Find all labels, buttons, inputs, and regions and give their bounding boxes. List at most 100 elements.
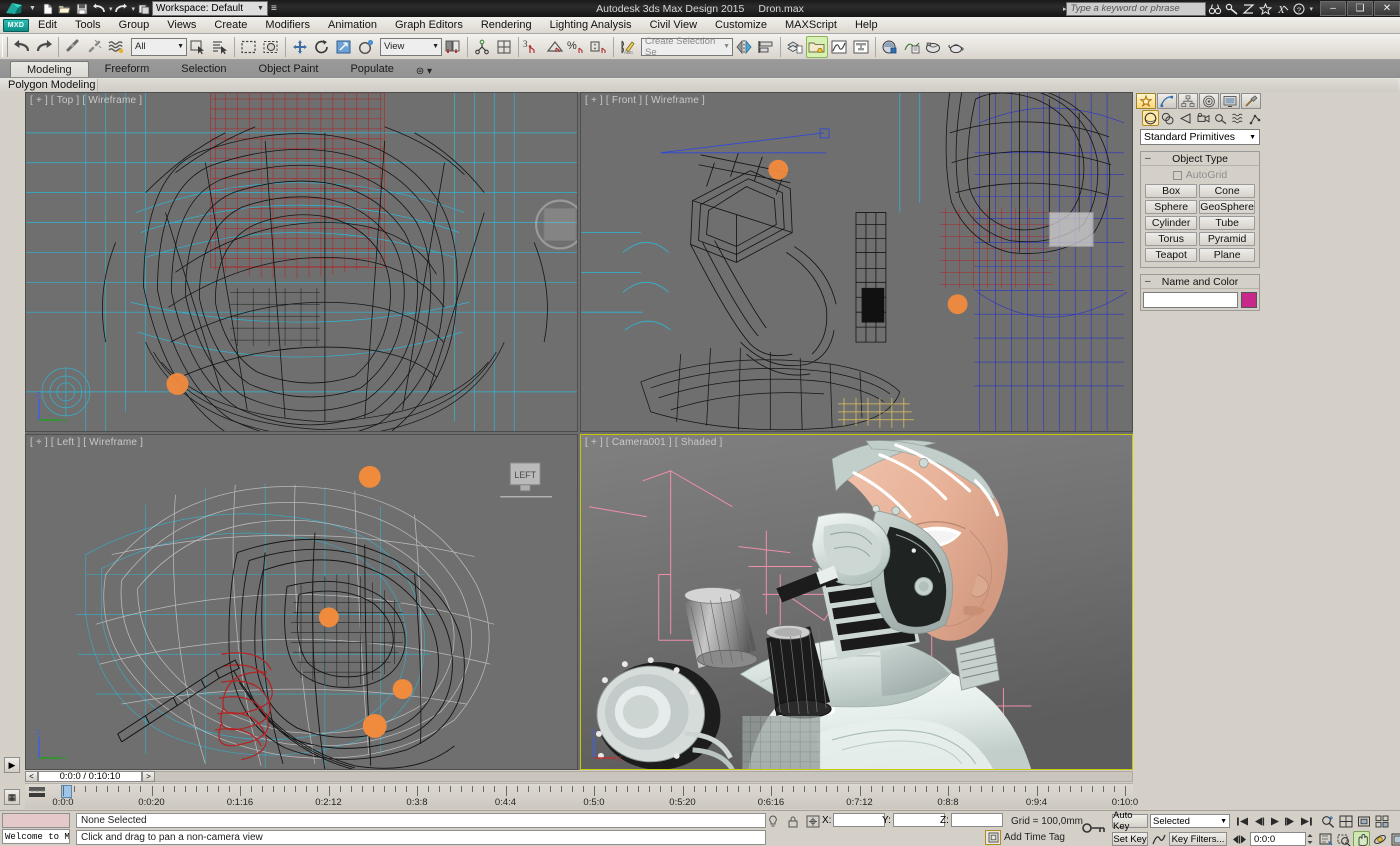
zoom-extents-all-button[interactable] [1373,813,1390,829]
zoom-region-button[interactable] [1317,831,1334,846]
redo-dropdown-icon[interactable]: ▾ [131,5,135,13]
current-time-field[interactable]: 0:0:0 [1250,832,1306,846]
scene-explorer-icon[interactable] [806,36,828,58]
create-tab[interactable] [1136,93,1156,109]
minimize-button[interactable]: – [1320,1,1346,16]
link-icon[interactable] [62,36,84,58]
shapes-button[interactable] [1160,110,1177,126]
named-selection-set-combo[interactable]: Create Selection Se ▼ [641,38,733,56]
menu-item-edit[interactable]: Edit [29,17,66,34]
search-input[interactable]: Type a keyword or phrase [1066,2,1206,16]
absolute-relative-transform-icon[interactable] [806,814,820,828]
menu-item-graph-editors[interactable]: Graph Editors [386,17,472,34]
3dsmax-logo-icon[interactable] [2,1,28,16]
track-bar-ruler[interactable]: 0:0:00:0:200:1:160:2:120:3:80:4:40:5:00:… [25,783,1133,809]
mirror-tool-icon[interactable] [733,36,755,58]
align-tool-icon[interactable] [755,36,777,58]
open-folder-icon[interactable] [57,1,73,16]
search-binoculars-icon[interactable] [1206,1,1223,16]
previous-frame-arrow[interactable]: < [25,771,38,782]
viewport-top[interactable]: [ + ] [ Top ] [ Wireframe ] Z Y [25,92,578,432]
geosphere-button[interactable]: GeoSphere [1199,200,1255,214]
menu-item-lighting-analysis[interactable]: Lighting Analysis [541,17,641,34]
box-button[interactable]: Box [1145,184,1197,198]
undo-arrow-icon[interactable] [91,1,107,16]
zoom-all-button[interactable] [1337,813,1354,829]
key-toggle-icon[interactable] [1082,821,1106,838]
set-key-button[interactable]: Set Key [1112,832,1148,846]
ribbon-tab-freeform[interactable]: Freeform [89,61,166,77]
sphere-button[interactable]: Sphere [1145,200,1197,214]
menu-item-tools[interactable]: Tools [66,17,110,34]
autogrid-row[interactable]: AutoGrid [1145,169,1255,181]
select-by-name-icon[interactable] [209,36,231,58]
project-folder-icon[interactable] [136,1,152,16]
new-file-icon[interactable] [40,1,56,16]
time-slider-readout[interactable]: 0:0:0 / 0:10:10 [38,771,142,782]
move-icon[interactable] [289,36,311,58]
logo-chevron-down-icon[interactable]: ▼ [29,5,36,12]
maxscript-mini-listener-output[interactable]: Welcome to M [2,829,70,844]
selection-lock-icon[interactable] [786,814,800,828]
toolbar-grip[interactable] [2,37,8,57]
undo-dropdown-icon[interactable]: ▾ [109,5,113,13]
workspace-selector[interactable]: Workspace: Default ▼ [152,1,268,16]
collapse-icon[interactable]: – [1145,153,1151,164]
motion-tab[interactable] [1199,93,1219,109]
rotate-icon[interactable] [311,36,333,58]
tube-button[interactable]: Tube [1199,216,1255,230]
redo-icon[interactable] [33,36,55,58]
render-teapot-icon[interactable] [945,36,967,58]
unlink-icon[interactable] [84,36,106,58]
current-time-spinner[interactable] [1306,832,1314,846]
torus-button[interactable]: Torus [1145,232,1197,246]
restore-button[interactable]: ❑ [1347,1,1373,16]
pivot-center-flyout-icon[interactable] [442,36,464,58]
time-slider-track[interactable] [155,771,1133,782]
time-tag-icon[interactable] [985,830,1001,845]
material-editor-icon[interactable] [879,36,901,58]
undo-icon[interactable] [11,36,33,58]
workspace-overflow-icon[interactable]: ≡ [271,3,277,14]
window-crossing-icon[interactable] [260,36,282,58]
object-name-input[interactable] [1143,292,1238,308]
scale-icon[interactable] [333,36,355,58]
isolate-selection-icon[interactable] [766,814,780,828]
x-coordinate-input[interactable] [833,813,885,827]
open-track-view-button[interactable]: ▦ [4,789,20,805]
cone-button[interactable]: Cone [1199,184,1255,198]
maxscript-mini-listener-input[interactable] [2,813,70,828]
edit-named-selection-sets-icon[interactable]: ABC [617,36,639,58]
layers-icon[interactable] [784,36,806,58]
menu-item-help[interactable]: Help [846,17,887,34]
menu-item-rendering[interactable]: Rendering [472,17,541,34]
next-frame-button[interactable] [1283,814,1298,828]
menu-item-customize[interactable]: Customize [706,17,776,34]
snap-3-icon[interactable]: 3 [522,36,544,58]
geometry-button[interactable] [1142,110,1159,126]
exchange-x-icon[interactable]: X [1274,1,1291,16]
named-sets-icon[interactable] [471,36,493,58]
viewport-front[interactable]: [ + ] [ Front ] [ Wireframe ] [580,92,1133,432]
viewport-camera[interactable]: [ + ] [ Camera001 ] [ Shaded ] Z X [580,434,1133,770]
subscription-icon[interactable] [1240,1,1257,16]
spacewarp-icon[interactable] [106,36,128,58]
percent-snap-icon[interactable]: % [566,36,588,58]
reference-coordinate-system-combo[interactable]: View ▼ [380,38,442,56]
go-to-start-button[interactable] [1235,814,1250,828]
auto-key-button[interactable]: Auto Key [1112,814,1148,828]
menu-item-create[interactable]: Create [205,17,256,34]
schematic-view-icon[interactable] [850,36,872,58]
y-coordinate-input[interactable] [893,813,945,827]
ribbon-tab-modeling[interactable]: Modeling [10,61,89,77]
orbit-button[interactable] [1371,831,1388,846]
track-bar-key-icon[interactable] [28,786,46,798]
collapse-icon[interactable]: – [1145,276,1151,287]
display-tab[interactable] [1220,93,1240,109]
menu-item-animation[interactable]: Animation [319,17,386,34]
play-animation-button[interactable] [1267,814,1282,828]
render-setup-icon[interactable] [901,36,923,58]
cylinder-button[interactable]: Cylinder [1145,216,1197,230]
menu-item-views[interactable]: Views [158,17,205,34]
ribbon-minimize-icon[interactable]: ⊜ ▾ [410,66,438,77]
